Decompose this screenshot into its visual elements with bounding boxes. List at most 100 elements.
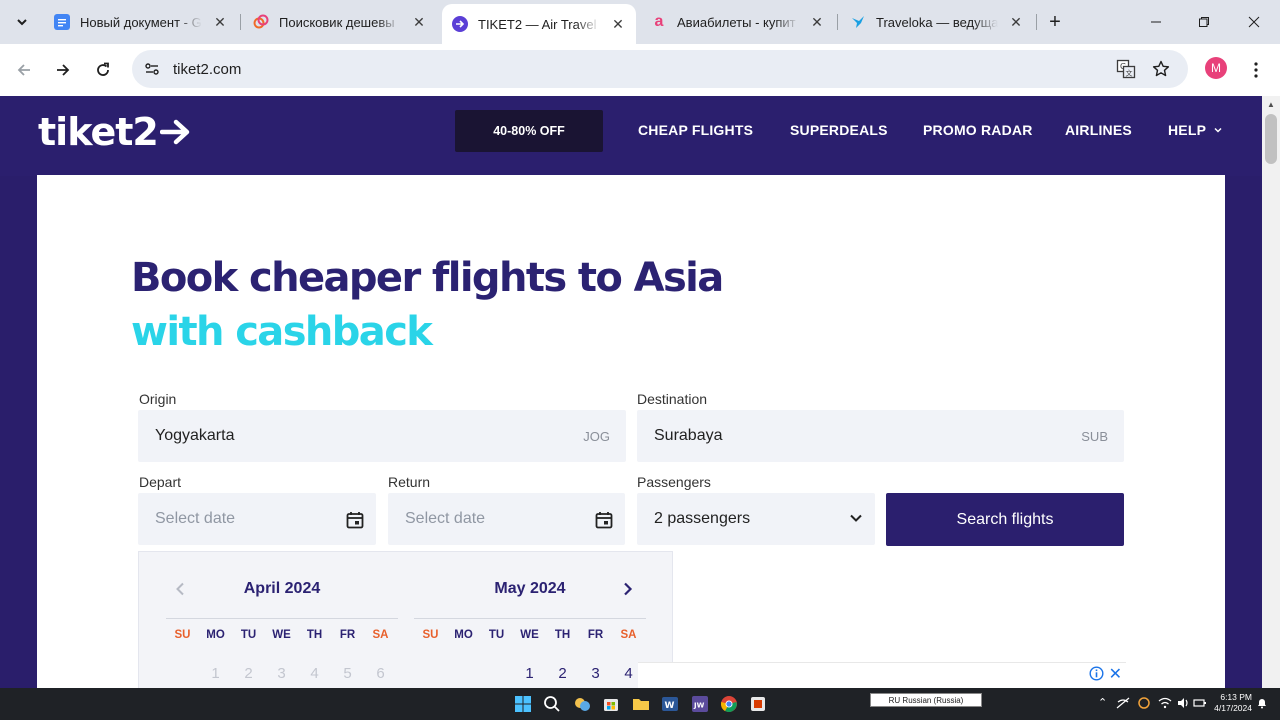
scroll-thumb[interactable] <box>1265 114 1277 164</box>
depart-placeholder: Select date <box>155 510 236 527</box>
new-tab-button[interactable]: + <box>1043 10 1067 34</box>
wifi-icon[interactable] <box>1158 696 1172 710</box>
tab-aviasales[interactable]: a Авиабилеты - купит ✕ <box>641 4 837 40</box>
nav-cheap-flights[interactable]: CHEAP FLIGHTS <box>638 122 753 138</box>
calendar-day[interactable]: 2 <box>546 665 579 682</box>
tab-google-docs[interactable]: Новый документ - G ✕ <box>44 4 240 40</box>
weekday-header: SU <box>422 629 439 641</box>
nav-help-label: HELP <box>1168 122 1207 138</box>
file-explorer-icon[interactable] <box>631 694 651 714</box>
weekday-header: WE <box>520 629 539 641</box>
profile-avatar[interactable]: M <box>1205 57 1227 79</box>
info-icon[interactable] <box>1089 666 1104 681</box>
address-bar[interactable]: tiket2.com G文 <box>132 50 1188 88</box>
jw-app-icon[interactable]: JW <box>690 694 710 714</box>
language-indicator[interactable]: RU Russian (Russia) <box>870 693 982 707</box>
passengers-value: 2 passengers <box>654 510 751 527</box>
weekday-header: FR <box>339 629 356 641</box>
forward-button[interactable] <box>49 56 77 84</box>
close-icon[interactable]: ✕ <box>411 14 427 31</box>
windows-start-icon[interactable] <box>513 694 533 714</box>
destination-value: Surabaya <box>654 427 723 444</box>
search-icon[interactable] <box>542 694 562 714</box>
volume-icon[interactable] <box>1176 696 1190 710</box>
star-icon <box>1152 60 1170 77</box>
calendar-day: 6 <box>376 665 385 682</box>
weekday-header: FR <box>587 629 604 641</box>
search-flights-button[interactable]: Search flights <box>886 493 1124 546</box>
url-text[interactable]: tiket2.com <box>173 61 241 78</box>
page-viewport: tiket2 40-80% OFF CHEAP FLIGHTS SUPERDEA… <box>0 96 1280 688</box>
weekday-header: MO <box>206 629 225 641</box>
restore-button[interactable] <box>1184 8 1224 36</box>
site-info-button[interactable] <box>142 59 162 79</box>
back-button[interactable] <box>10 56 38 84</box>
window-close-button[interactable] <box>1234 8 1274 36</box>
translate-button[interactable]: G文 <box>1116 59 1136 79</box>
tab-traveloka[interactable]: Traveloka — ведуща ✕ <box>840 4 1036 40</box>
close-icon[interactable]: ✕ <box>1008 14 1024 31</box>
nav-help[interactable]: HELP <box>1168 122 1222 138</box>
calendar-day: 3 <box>277 665 286 682</box>
return-date-field[interactable]: Select date <box>388 493 625 545</box>
nav-superdeals[interactable]: SUPERDEALS <box>790 122 888 138</box>
calendar-day: 1 <box>211 665 220 682</box>
month-divider <box>166 618 398 619</box>
close-icon[interactable]: ✕ <box>809 14 825 31</box>
destination-label: Destination <box>637 391 708 407</box>
tab-separator <box>837 14 838 30</box>
tab-search-button[interactable] <box>8 8 36 36</box>
reload-icon <box>97 62 109 76</box>
close-icon[interactable]: ✕ <box>610 16 626 33</box>
nav-promo-radar[interactable]: PROMO RADAR <box>923 122 1033 138</box>
bookmark-button[interactable] <box>1151 59 1171 79</box>
word-icon[interactable]: W <box>660 694 680 714</box>
chevron-up-icon[interactable]: ⌃ <box>1098 696 1107 709</box>
tiket2-logo[interactable]: tiket2 <box>38 110 190 154</box>
widgets-icon[interactable] <box>572 694 592 714</box>
plane-arrow-icon <box>159 119 190 145</box>
calendar-day[interactable]: 1 <box>513 665 546 682</box>
tab-title: Поисковик дешевы <box>279 14 395 30</box>
page-scrollbar[interactable]: ▲ <box>1262 96 1280 688</box>
more-vertical-icon <box>1254 62 1258 78</box>
battery-icon[interactable] <box>1193 696 1207 710</box>
network-off-icon[interactable] <box>1116 696 1130 710</box>
os-taskbar: W JW RU Russian (Russia) ⌃ 6:13 PM 4/17/… <box>0 688 1280 720</box>
chrome-icon[interactable] <box>719 694 739 714</box>
snipping-tool-icon[interactable] <box>748 694 768 714</box>
svg-text:JW: JW <box>693 702 705 710</box>
sync-icon[interactable] <box>1137 696 1151 710</box>
calendar-day[interactable]: 3 <box>579 665 612 682</box>
system-clock[interactable]: 6:13 PM 4/17/2024 <box>1212 692 1252 714</box>
date-picker: April 2024 May 2024 SU MO TU WE TH FR SA… <box>138 551 673 688</box>
tab-tiket2[interactable]: TIKET2 — Air Travel A ✕ <box>442 4 636 44</box>
depart-date-field[interactable]: Select date <box>138 493 376 545</box>
browser-toolbar: tiket2.com G文 M <box>0 44 1280 96</box>
passengers-label: Passengers <box>637 474 711 490</box>
passengers-select[interactable]: 2 passengers <box>637 493 875 545</box>
notification-bell-icon[interactable] <box>1256 697 1268 709</box>
hero-title: Book cheaper flights to Asia <box>131 255 724 301</box>
nav-airlines[interactable]: AIRLINES <box>1065 122 1132 138</box>
origin-field[interactable]: Yogyakarta JOG <box>138 410 626 462</box>
aviasales-icon: a <box>654 13 664 30</box>
site-header: tiket2 40-80% OFF CHEAP FLIGHTS SUPERDEA… <box>0 96 1262 176</box>
close-icon[interactable]: ✕ <box>1109 664 1122 684</box>
tab-cheap-search[interactable]: Поисковик дешевы ✕ <box>243 4 439 40</box>
browser-menu-button[interactable] <box>1246 56 1266 84</box>
arrow-right-icon <box>57 64 70 76</box>
return-placeholder: Select date <box>405 510 486 527</box>
minimize-button[interactable] <box>1136 8 1176 36</box>
search-card: Book cheaper flights to Asia with cashba… <box>37 175 1225 688</box>
minimize-icon <box>1151 21 1161 23</box>
scroll-up-icon[interactable]: ▲ <box>1267 100 1275 109</box>
return-label: Return <box>388 474 431 490</box>
store-icon[interactable] <box>601 694 621 714</box>
reload-button[interactable] <box>89 56 117 84</box>
close-icon[interactable]: ✕ <box>212 14 228 31</box>
restore-icon <box>1199 17 1209 27</box>
arrow-right-icon <box>452 16 468 32</box>
promo-discount-button[interactable]: 40-80% OFF <box>455 110 603 152</box>
destination-field[interactable]: Surabaya SUB <box>637 410 1124 462</box>
